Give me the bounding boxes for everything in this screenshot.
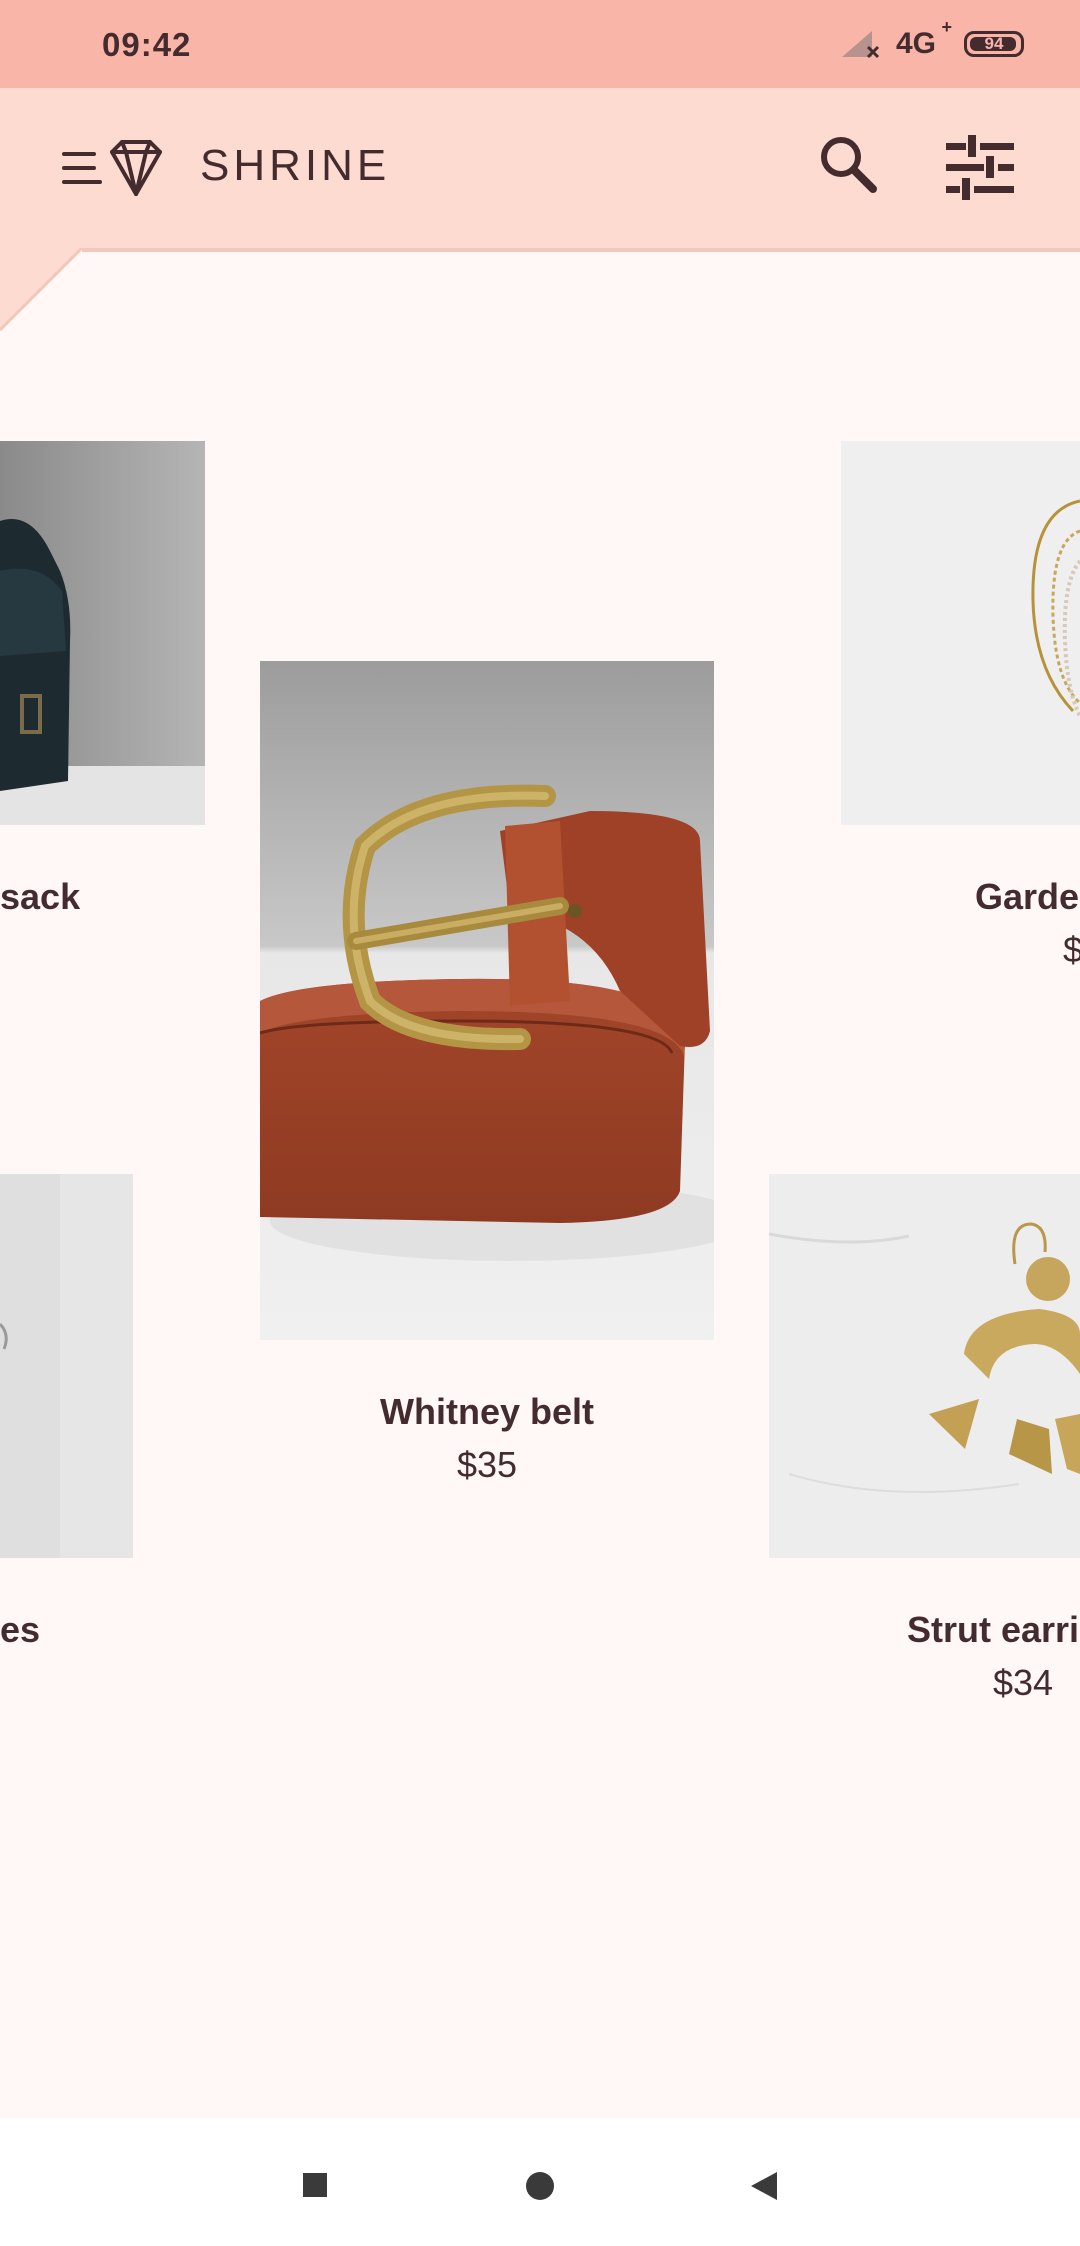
product-price: $ [1063, 929, 1080, 970]
back-button[interactable] [735, 2156, 795, 2221]
cut-corner [0, 248, 84, 332]
network-label: 4G [895, 27, 936, 60]
status-bar: 09:42 4G + 94 [0, 0, 1080, 88]
product-card[interactable]: Strut earri $34 [769, 1174, 1080, 1734]
earrings-image [769, 1174, 1080, 1558]
product-card[interactable]: Whitney belt $35 [260, 661, 714, 1491]
signal-icon [841, 31, 880, 59]
network-type: 4G + [895, 17, 952, 61]
menu-button[interactable] [60, 128, 170, 208]
product-image [0, 441, 205, 825]
status-time: 09:42 [102, 26, 192, 63]
status-icons: 4G + 94 [838, 17, 1024, 64]
belt-image [260, 661, 714, 1340]
navigation-bar [0, 2118, 1080, 2246]
search-button[interactable] [815, 131, 881, 197]
product-image [0, 1174, 133, 1558]
home-button[interactable] [510, 2156, 570, 2221]
filter-button[interactable] [940, 131, 1020, 211]
product-card[interactable]: es [0, 1174, 133, 1674]
product-name: sack [0, 876, 81, 917]
battery-level: 94 [984, 34, 1004, 53]
product-image [260, 661, 714, 1340]
circle-icon [526, 2172, 554, 2200]
product-price: $35 [456, 1444, 518, 1485]
search-icon [821, 137, 877, 193]
product-name: Whitney belt [380, 1391, 594, 1432]
tune-icon [946, 135, 1014, 200]
layer-edge [82, 248, 1080, 252]
product-price: $34 [993, 1662, 1054, 1703]
product-image [841, 441, 1080, 825]
product-name: es [0, 1609, 41, 1650]
square-icon [303, 2173, 327, 2197]
menu-diamond-icon [62, 140, 162, 196]
product-name: Garde [975, 876, 1080, 917]
product-photo [0, 1174, 133, 1558]
battery-icon: 94 [964, 31, 1024, 57]
product-card[interactable]: sack [0, 441, 205, 961]
necklace-image [841, 441, 1080, 825]
product-card[interactable]: Garde $ [841, 441, 1080, 1001]
product-name: Strut earri [907, 1609, 1080, 1650]
app-title: SHRINE [200, 141, 391, 190]
backpack-image [0, 441, 205, 825]
product-image [769, 1174, 1080, 1558]
app-bar: SHRINE [0, 88, 1080, 248]
recents-button[interactable] [284, 2156, 344, 2221]
triangle-back-icon [751, 2172, 777, 2200]
network-suffix: + [941, 17, 952, 37]
